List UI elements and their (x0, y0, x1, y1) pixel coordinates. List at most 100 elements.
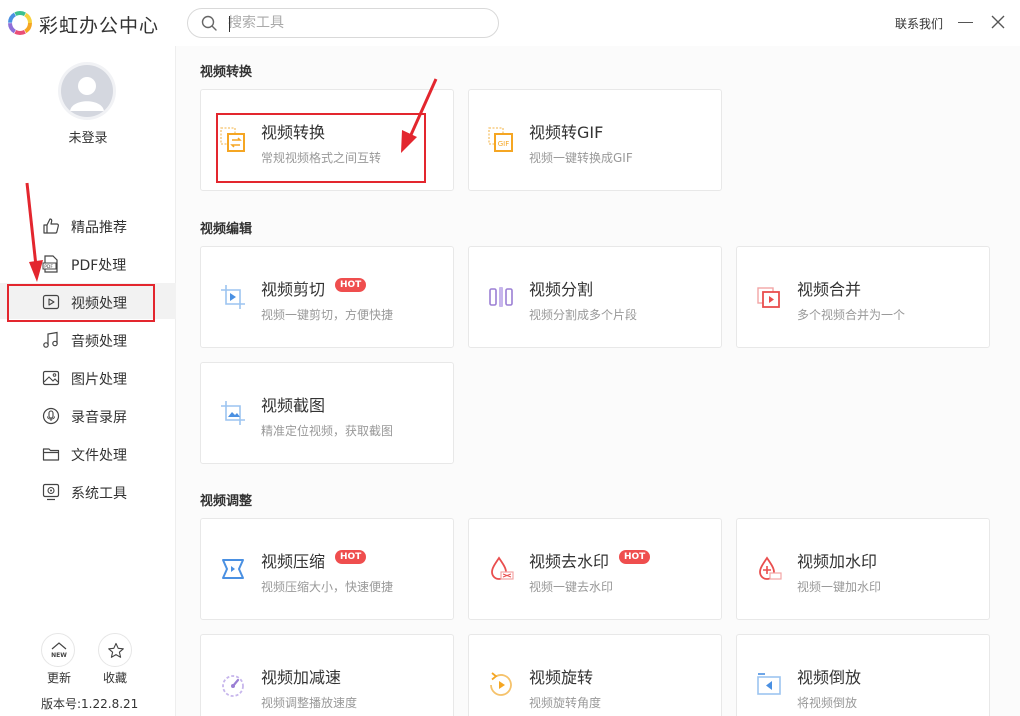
avatar[interactable] (61, 65, 113, 117)
close-icon[interactable] (990, 14, 1006, 30)
card-desc: 多个视频合并为一个 (797, 308, 906, 322)
card-title: 视频剪切 (261, 280, 326, 299)
user-icon (70, 77, 104, 111)
star-icon (108, 642, 124, 658)
tool-card-video-convert[interactable]: 视频转换 常规视频格式之间互转 (200, 89, 454, 191)
image-icon (42, 370, 60, 386)
tool-card-video-to-gif[interactable]: GIF 视频转GIF 视频一键转换成GIF (468, 89, 722, 191)
card-desc: 视频旋转角度 (529, 696, 602, 710)
video-screenshot-icon (221, 401, 245, 425)
card-desc: 视频压缩大小，快速便捷 (261, 580, 394, 594)
video-split-icon (489, 287, 513, 307)
tool-card-video-screenshot[interactable]: 视频截图 精准定位视频，获取截图 (200, 362, 454, 464)
search-input[interactable] (228, 13, 483, 33)
tool-card-reverse[interactable]: 视频倒放 将视频倒放 (736, 634, 990, 716)
video-compress-icon (222, 559, 244, 579)
card-title: 视频截图 (261, 396, 326, 415)
svg-text:NEW: NEW (51, 652, 67, 659)
card-desc: 视频一键剪切，方便快捷 (261, 308, 394, 322)
update-button[interactable]: NEW (41, 633, 75, 667)
hot-badge: HOT (619, 550, 651, 564)
section-title: 视频调整 (200, 494, 253, 509)
video-merge-icon (757, 287, 780, 308)
sidebar-item-label: 文件处理 (71, 448, 127, 464)
card-desc: 常规视频格式之间互转 (261, 151, 382, 165)
hot-badge: HOT (335, 550, 367, 564)
sidebar-item-video[interactable]: 视频处理 (0, 283, 176, 319)
card-desc: 视频一键加水印 (797, 580, 882, 594)
favorite-button[interactable] (98, 633, 132, 667)
card-title: 视频转换 (261, 123, 326, 142)
card-desc: 精准定位视频，获取截图 (261, 424, 394, 438)
main-content: 视频转换 视频转换 常规视频格式之间互转 GIF 视频转GIF 视频一键转换成G… (176, 46, 1020, 716)
sidebar-item-label: 图片处理 (71, 372, 127, 388)
section-title: 视频编辑 (200, 222, 253, 237)
sidebar-item-label: 系统工具 (71, 486, 127, 502)
tool-card-rotate[interactable]: 视频旋转 视频旋转角度 (468, 634, 722, 716)
system-icon (42, 483, 60, 501)
card-desc: 视频一键去水印 (529, 580, 614, 594)
update-icon: NEW (51, 642, 67, 659)
search-icon[interactable] (201, 15, 218, 32)
video-icon (42, 294, 60, 310)
update-label[interactable]: 更新 (47, 669, 71, 686)
sidebar: 未登录 精品推荐 PDF PDF处理 视频处理 音频处理 图片处理 录音录屏 文… (0, 46, 176, 716)
sidebar-item-recommended[interactable]: 精品推荐 (0, 207, 176, 243)
folder-icon (42, 448, 60, 461)
tool-card-video-compress[interactable]: 视频压缩 HOT 视频压缩大小，快速便捷 (200, 518, 454, 620)
card-title: 视频分割 (529, 280, 594, 299)
sidebar-item-system[interactable]: 系统工具 (0, 473, 176, 509)
card-desc: 视频分割成多个片段 (529, 308, 638, 322)
tool-card-video-merge[interactable]: 视频合并 多个视频合并为一个 (736, 246, 990, 348)
sidebar-item-label: 精品推荐 (71, 220, 127, 236)
card-desc: 视频调整播放速度 (261, 696, 358, 710)
hot-badge: HOT (335, 278, 367, 292)
card-title: 视频去水印 (529, 552, 610, 571)
sidebar-item-file[interactable]: 文件处理 (0, 435, 176, 471)
gif-convert-icon: GIF (488, 127, 513, 152)
remove-watermark-icon (491, 556, 514, 580)
add-watermark-icon (759, 556, 782, 580)
contact-us-link[interactable]: 联系我们 (895, 15, 943, 32)
card-title: 视频合并 (797, 280, 862, 299)
card-title: 视频转GIF (529, 123, 604, 142)
card-title: 视频倒放 (797, 668, 862, 687)
sidebar-item-audio[interactable]: 音频处理 (0, 321, 176, 357)
card-desc: 将视频倒放 (797, 696, 858, 710)
svg-text:GIF: GIF (498, 140, 510, 148)
login-status[interactable]: 未登录 (0, 127, 176, 146)
rotate-icon (490, 672, 512, 696)
tool-card-speed[interactable]: 视频加减速 视频调整播放速度 (200, 634, 454, 716)
sidebar-item-record[interactable]: 录音录屏 (0, 397, 176, 433)
tool-card-video-split[interactable]: 视频分割 视频分割成多个片段 (468, 246, 722, 348)
section-title: 视频转换 (200, 65, 253, 80)
version-label: 版本号:1.22.8.21 (41, 697, 139, 711)
app-title: 彩虹办公中心 (39, 15, 160, 37)
sidebar-item-pdf[interactable]: PDF PDF处理 (0, 245, 176, 281)
tool-card-video-cut[interactable]: 视频剪切 HOT 视频一键剪切，方便快捷 (200, 246, 454, 348)
sidebar-item-label: 视频处理 (71, 296, 127, 312)
minimize-icon[interactable] (958, 22, 973, 23)
svg-text:PDF: PDF (44, 264, 53, 270)
favorite-label[interactable]: 收藏 (103, 669, 127, 686)
title-bar: 彩虹办公中心 联系我们 (0, 0, 1020, 46)
thumbs-up-icon (43, 218, 59, 234)
music-icon (43, 331, 58, 348)
sidebar-item-label: 音频处理 (71, 334, 127, 350)
reverse-icon (757, 673, 781, 695)
card-title: 视频加水印 (797, 552, 878, 571)
tool-card-add-watermark[interactable]: 视频加水印 视频一键加水印 (736, 518, 990, 620)
card-title: 视频旋转 (529, 668, 594, 687)
record-icon (42, 407, 60, 425)
search-box[interactable] (187, 8, 499, 38)
sidebar-item-label: PDF处理 (71, 258, 127, 274)
rainbow-logo-icon (8, 11, 32, 35)
sidebar-item-label: 录音录屏 (71, 410, 127, 426)
tool-card-remove-watermark[interactable]: 视频去水印 HOT 视频一键去水印 (468, 518, 722, 620)
sidebar-item-image[interactable]: 图片处理 (0, 359, 176, 395)
card-title: 视频加减速 (261, 668, 342, 687)
video-cut-icon (221, 285, 245, 309)
app-window: 彩虹办公中心 联系我们 未登录 精品 (0, 0, 1020, 716)
card-title: 视频压缩 (261, 552, 326, 571)
card-desc: 视频一键转换成GIF (529, 151, 633, 165)
